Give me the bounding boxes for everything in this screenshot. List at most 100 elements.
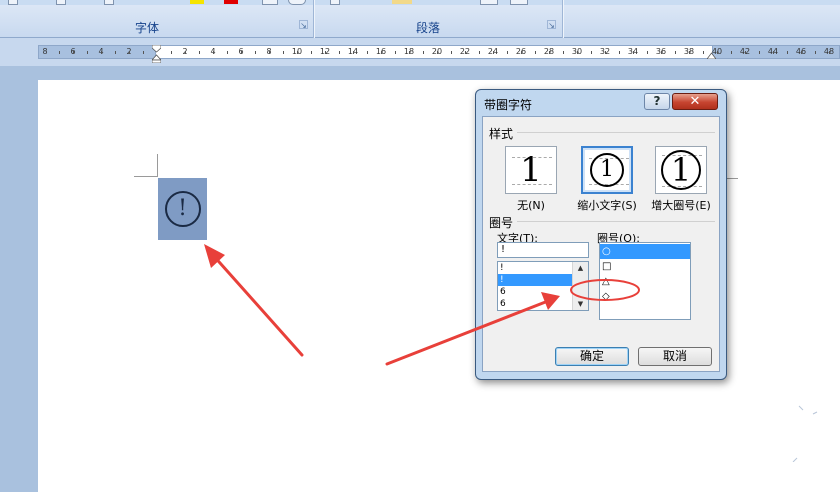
ruler-tick — [451, 51, 452, 54]
scroll-down-icon[interactable]: ▼ — [573, 298, 588, 310]
ruler-tick — [535, 51, 536, 54]
font-color-icon[interactable] — [224, 0, 238, 4]
ribbon: 字体 ↘ 段落 ↘ — [0, 0, 840, 38]
paragraph-button-icon[interactable] — [330, 0, 340, 5]
text-input[interactable]: ! — [497, 242, 589, 258]
ruler-tick — [479, 51, 480, 54]
ruler-tick — [647, 51, 648, 54]
ruler-tick — [143, 51, 144, 54]
ruler-tick — [213, 51, 214, 54]
ruler-tick — [549, 51, 550, 54]
enclosure-list-item[interactable]: △ — [600, 274, 690, 289]
ruler-tick — [423, 51, 424, 54]
group-divider — [313, 0, 314, 38]
font-button-icon[interactable] — [104, 0, 114, 5]
ruler-tick — [829, 51, 830, 54]
ruler-tick — [773, 51, 774, 54]
ruler-tick — [507, 51, 508, 54]
help-button[interactable]: ? — [644, 93, 670, 110]
text-listbox[interactable]: !! 6 6 ▲ ▼ — [497, 261, 589, 311]
ruler-tick — [311, 51, 312, 54]
enclosure-listbox[interactable]: ○ □ △ ◇ — [599, 242, 691, 320]
ruler-tick — [437, 51, 438, 54]
style-option-none[interactable]: 1 — [505, 146, 557, 194]
enclosure-list: ○ □ △ ◇ — [600, 243, 690, 304]
crop-mark — [134, 176, 158, 177]
dialog-body: 样式 1 1 1 无(N) 缩小文字(S) 增大圈号(E) 圈号 文字(T): … — [482, 116, 720, 372]
font-dialog-launcher-icon[interactable]: ↘ — [299, 20, 308, 30]
ruler-left-margin — [38, 45, 156, 59]
style-none-glyph: 1 — [520, 150, 542, 190]
ruler-tick — [101, 51, 102, 54]
paragraph-dialog-launcher-icon[interactable]: ↘ — [547, 20, 556, 30]
style-shrink-glyph: 1 — [600, 157, 614, 182]
ruler-tick — [367, 51, 368, 54]
text-list-item[interactable]: 6 — [498, 286, 572, 298]
selected-enclosed-character[interactable]: ! — [158, 178, 207, 240]
enclosure-section-label: 圈号 — [489, 214, 517, 231]
scroll-up-icon[interactable]: ▲ — [573, 262, 588, 274]
ruler-number: 8 — [42, 47, 48, 56]
enclose-characters-dialog: 带圈字符 ? ✕ 样式 1 1 1 无(N) 缩小文字(S) 增大圈号(E) 圈… — [475, 89, 727, 380]
group-divider — [562, 0, 563, 38]
font-button-icon[interactable] — [56, 0, 66, 5]
ruler-tick — [353, 51, 354, 54]
enclosure-list-item[interactable]: ◇ — [600, 289, 690, 304]
indent-marker-icon[interactable] — [152, 45, 161, 63]
ruler-tick — [619, 51, 620, 54]
ribbon-controls-strip — [0, 0, 840, 5]
text-list-item[interactable]: 6 — [498, 298, 572, 310]
font-button-icon[interactable] — [262, 0, 278, 5]
font-button-icon[interactable] — [288, 0, 306, 5]
style-shrink-caption: 缩小文字(S) — [577, 199, 637, 212]
close-button[interactable]: ✕ — [672, 93, 718, 110]
ok-button[interactable]: 确定 — [555, 347, 629, 366]
cancel-button[interactable]: 取消 — [638, 347, 712, 366]
ruler-tick — [465, 51, 466, 54]
ruler-tick — [199, 51, 200, 54]
style-option-shrink-text[interactable]: 1 — [581, 146, 633, 194]
text-list-item[interactable]: ! — [498, 262, 572, 274]
ruler-tick — [129, 51, 130, 54]
style-enlarge-glyph: 1 — [670, 151, 692, 189]
enclosure-list-item[interactable]: ○ — [600, 244, 690, 259]
ruler-tick — [591, 51, 592, 54]
ruler-tick — [255, 51, 256, 54]
ruler-tick — [703, 51, 704, 54]
ruler-tick — [675, 51, 676, 54]
crop-mark — [157, 154, 158, 177]
paragraph-button-icon[interactable] — [480, 0, 498, 5]
ruler-tick — [339, 51, 340, 54]
ruler-tick — [73, 51, 74, 54]
enclosure-list-item[interactable]: □ — [600, 259, 690, 274]
ruler-tick — [493, 51, 494, 54]
ruler-tick — [269, 51, 270, 54]
ruler-tick — [381, 51, 382, 54]
ruler-tick — [395, 51, 396, 54]
text-list-scrollbar[interactable]: ▲ ▼ — [572, 262, 588, 310]
ruler-tick — [605, 51, 606, 54]
ruler-tick — [633, 51, 634, 54]
paragraph-button-icon[interactable] — [510, 0, 528, 5]
ruler-tick — [815, 51, 816, 54]
text-list-item[interactable]: ! — [498, 274, 572, 286]
ruler-tick — [115, 51, 116, 54]
ruler-tick — [759, 51, 760, 54]
sparkle-decoration-icon — [792, 405, 818, 462]
right-indent-marker-icon[interactable] — [707, 50, 716, 59]
ruler-tick — [87, 51, 88, 54]
enclosed-character-circle: ! — [164, 191, 201, 227]
ruler-tick — [185, 51, 186, 54]
paragraph-group-label: 段落 — [416, 21, 441, 35]
ruler-tick — [283, 51, 284, 54]
highlight-color-icon[interactable] — [190, 0, 204, 4]
ruler-tick — [227, 51, 228, 54]
ruler-tick — [297, 51, 298, 54]
ruler-tick — [717, 51, 718, 54]
font-group-label: 字体 — [135, 21, 160, 35]
style-section-label: 样式 — [489, 125, 517, 142]
style-option-enlarge-symbol[interactable]: 1 — [655, 146, 707, 194]
font-button-icon[interactable] — [8, 0, 18, 5]
paragraph-button-icon[interactable] — [392, 0, 412, 4]
ruler-tick — [801, 51, 802, 54]
